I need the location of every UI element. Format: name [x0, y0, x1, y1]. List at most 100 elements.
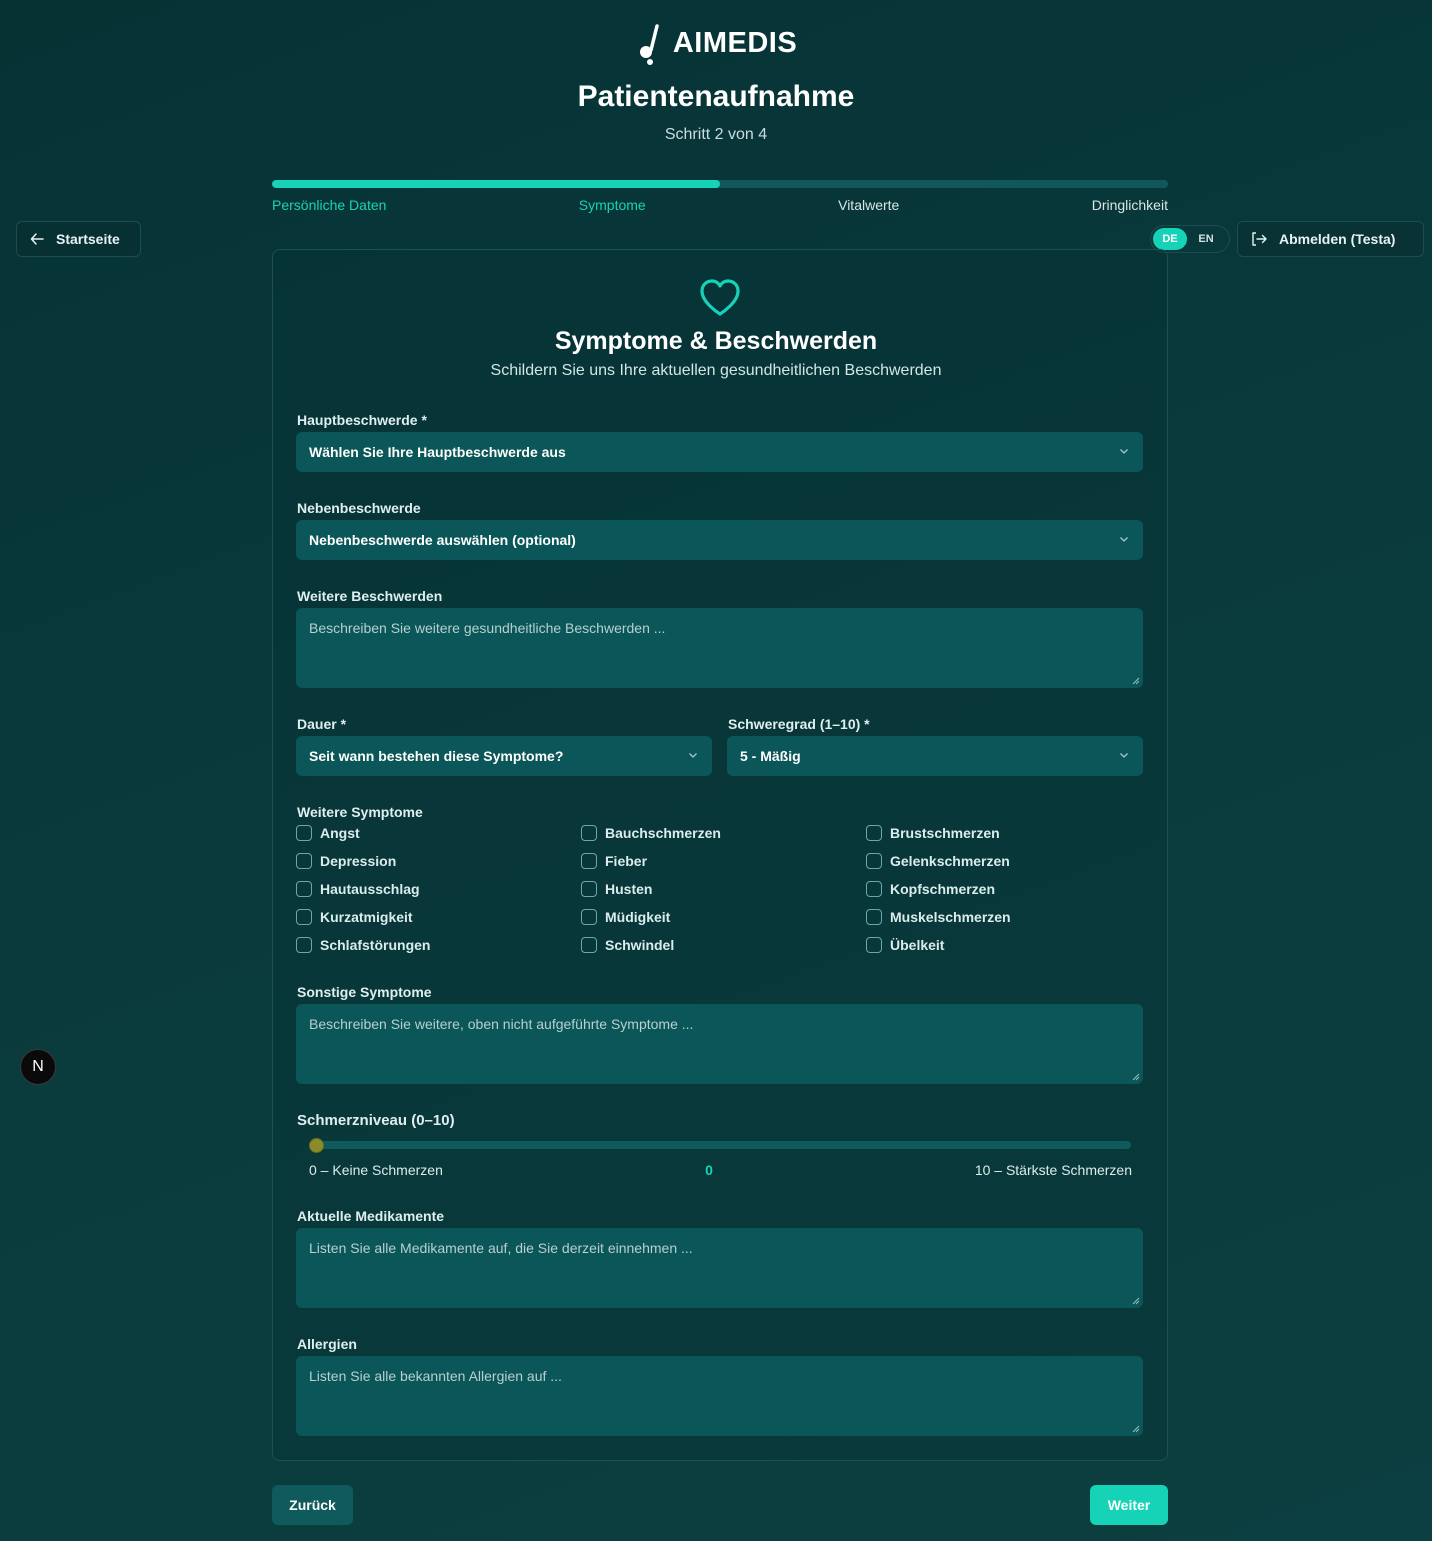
secondary-complaint-select[interactable]: Nebenbeschwerde auswählen (optional) [296, 520, 1143, 560]
severity-label: Schweregrad (1–10) * [728, 716, 870, 732]
checkbox[interactable] [581, 909, 597, 925]
step-indicator: Schritt 2 von 4 [664, 126, 768, 143]
symptom-label: Kopfschmerzen [890, 881, 996, 897]
progress-fill [272, 180, 720, 188]
checkbox[interactable] [581, 937, 597, 953]
checkbox[interactable] [866, 909, 882, 925]
step-vitals: Vitalwerte [838, 197, 900, 213]
step-urgency: Dringlichkeit [1091, 197, 1168, 213]
symptom-label: Schlafstörungen [320, 937, 431, 953]
symptom-label: Angst [320, 825, 360, 841]
checkbox[interactable] [866, 825, 882, 841]
checkbox[interactable] [296, 909, 312, 925]
progress-steps: Persönliche Daten Symptome Vitalwerte Dr… [272, 197, 1168, 213]
lang-en[interactable]: EN [1187, 233, 1225, 245]
symptom-uebelkeit[interactable]: Übelkeit [866, 937, 944, 953]
main-complaint-select[interactable]: Wählen Sie Ihre Hauptbeschwerde aus [296, 432, 1143, 472]
symptom-schwindel[interactable]: Schwindel [581, 937, 674, 953]
step-symptoms: Symptome [578, 197, 646, 213]
checkbox[interactable] [581, 881, 597, 897]
main-complaint-label: Hauptbeschwerde * [297, 412, 427, 428]
checkbox[interactable] [296, 825, 312, 841]
symptom-label: Kurzatmigkeit [320, 909, 413, 925]
checkbox[interactable] [296, 937, 312, 953]
pain-slider-track[interactable] [309, 1141, 1131, 1149]
pain-value: 0 [705, 1162, 713, 1178]
checkbox[interactable] [866, 881, 882, 897]
checkbox[interactable] [296, 853, 312, 869]
symptom-label: Gelenkschmerzen [890, 853, 1010, 869]
arrow-left-icon [30, 233, 44, 245]
pain-min-label: 0 – Keine Schmerzen [309, 1162, 443, 1178]
logout-button-label: Abmelden (Testa) [1279, 231, 1396, 247]
secondary-complaint-value: Nebenbeschwerde auswählen (optional) [309, 532, 576, 548]
symptom-brustschmerzen[interactable]: Brustschmerzen [866, 825, 1000, 841]
symptoms-label: Weitere Symptome [297, 804, 423, 820]
logout-icon [1252, 232, 1267, 246]
further-complaints-textarea[interactable]: Beschreiben Sie weitere gesundheitliche … [296, 608, 1143, 688]
next-button[interactable]: Weiter [1090, 1485, 1168, 1525]
card-title: Symptome & Beschwerden [554, 327, 878, 355]
pain-slider-thumb[interactable] [309, 1138, 324, 1153]
checkbox[interactable] [296, 881, 312, 897]
heart-icon [700, 279, 740, 316]
symptom-fieber[interactable]: Fieber [581, 853, 647, 869]
symptom-label: Brustschmerzen [890, 825, 1000, 841]
symptom-label: Schwindel [605, 937, 675, 953]
chevron-down-icon [689, 753, 697, 758]
dev-tools-badge[interactable]: N [20, 1049, 56, 1085]
back-button[interactable]: Zurück [272, 1485, 353, 1525]
duration-select[interactable]: Seit wann bestehen diese Symptome? [296, 736, 712, 776]
step-personal-data: Persönliche Daten [272, 197, 387, 213]
severity-value: 5 - Mäßig [740, 748, 801, 764]
checkbox[interactable] [581, 853, 597, 869]
medications-textarea[interactable]: Listen Sie alle Medikamente auf, die Sie… [296, 1228, 1143, 1308]
medications-placeholder: Listen Sie alle Medikamente auf, die Sie… [309, 1240, 693, 1256]
symptom-angst[interactable]: Angst [296, 825, 360, 841]
checkbox[interactable] [866, 937, 882, 953]
logout-button[interactable]: Abmelden (Testa) [1237, 221, 1424, 257]
symptom-bauchschmerzen[interactable]: Bauchschmerzen [581, 825, 721, 841]
symptom-husten[interactable]: Husten [581, 881, 652, 897]
chevron-down-icon [1120, 537, 1128, 542]
checkbox[interactable] [866, 853, 882, 869]
lang-de[interactable]: DE [1153, 228, 1187, 250]
allergies-label: Allergien [297, 1336, 357, 1352]
severity-select[interactable]: 5 - Mäßig [727, 736, 1143, 776]
further-complaints-placeholder: Beschreiben Sie weitere gesundheitliche … [309, 620, 666, 636]
symptom-schlafstoerungen[interactable]: Schlafstörungen [296, 937, 430, 953]
symptom-label: Müdigkeit [605, 909, 671, 925]
card-subtitle: Schildern Sie uns Ihre aktuellen gesundh… [490, 362, 942, 379]
pain-max-label: 10 – Stärkste Schmerzen [974, 1162, 1132, 1178]
other-symptoms-label: Sonstige Symptome [297, 984, 432, 1000]
resize-grip-icon[interactable] [1132, 1297, 1140, 1305]
secondary-complaint-label: Nebenbeschwerde [297, 500, 421, 516]
pain-level-label: Schmerzniveau (0–10) [297, 1112, 455, 1129]
resize-grip-icon[interactable] [1132, 1425, 1140, 1433]
symptom-muskelschmerzen[interactable]: Muskelschmerzen [866, 909, 1011, 925]
logo-mark-icon [639, 24, 659, 65]
symptom-muedigkeit[interactable]: Müdigkeit [581, 909, 670, 925]
checkbox[interactable] [581, 825, 597, 841]
symptom-kopfschmerzen[interactable]: Kopfschmerzen [866, 881, 995, 897]
symptom-kurzatmigkeit[interactable]: Kurzatmigkeit [296, 909, 413, 925]
symptom-label: Depression [320, 853, 397, 869]
allergies-placeholder: Listen Sie alle bekannten Allergien auf … [309, 1368, 562, 1384]
symptom-depression[interactable]: Depression [296, 853, 396, 869]
symptom-label: Bauchschmerzen [605, 825, 721, 841]
duration-label: Dauer * [297, 716, 347, 732]
resize-grip-icon[interactable] [1132, 677, 1140, 685]
symptom-hautausschlag[interactable]: Hautausschlag [296, 881, 420, 897]
allergies-textarea[interactable]: Listen Sie alle bekannten Allergien auf … [296, 1356, 1143, 1436]
symptom-gelenkschmerzen[interactable]: Gelenkschmerzen [866, 853, 1010, 869]
symptom-label: Fieber [605, 853, 648, 869]
further-complaints-label: Weitere Beschwerden [297, 588, 443, 604]
other-symptoms-textarea[interactable]: Beschreiben Sie weitere, oben nicht aufg… [296, 1004, 1143, 1084]
resize-grip-icon[interactable] [1132, 1073, 1140, 1081]
brand-name: AIMEDIS [672, 26, 798, 59]
main-complaint-value: Wählen Sie Ihre Hauptbeschwerde aus [309, 444, 566, 460]
home-button[interactable]: Startseite [16, 221, 141, 257]
symptom-label: Übelkeit [890, 937, 945, 953]
chevron-down-icon [1120, 449, 1128, 454]
symptom-label: Muskelschmerzen [890, 909, 1011, 925]
